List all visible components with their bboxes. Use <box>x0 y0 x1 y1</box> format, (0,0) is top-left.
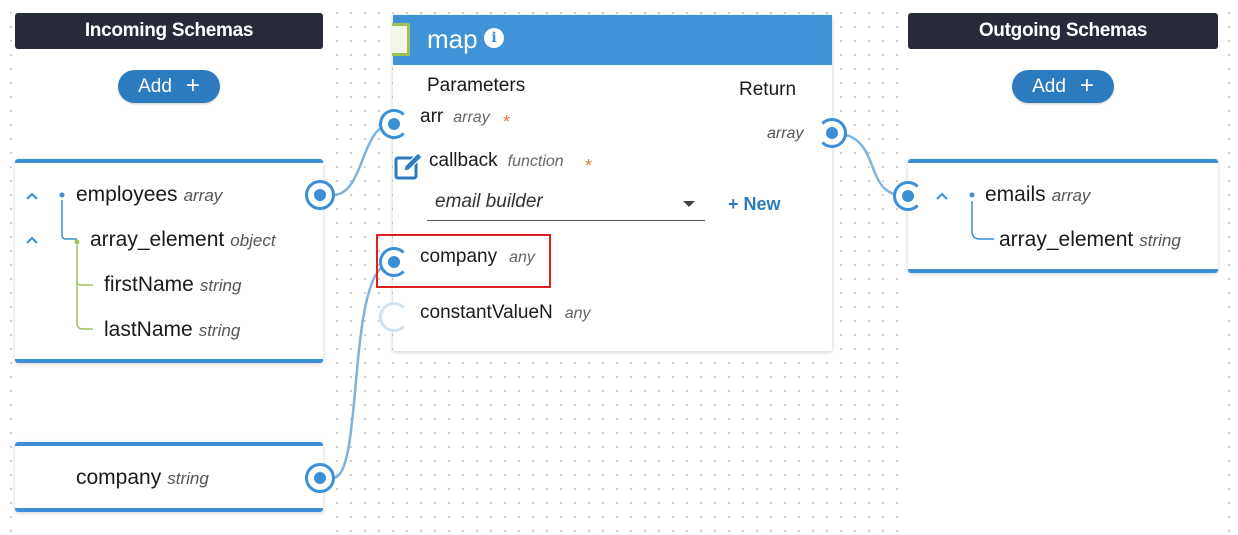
param-name: callback <box>429 150 498 171</box>
map-node-header[interactable]: map i <box>392 15 832 65</box>
constant-value-input-connector[interactable] <box>379 302 409 332</box>
param-name: constantValueN <box>420 302 553 323</box>
company-output-connector[interactable] <box>305 463 335 493</box>
arr-input-connector[interactable] <box>379 109 409 139</box>
param-arr: arr array <box>420 106 490 128</box>
employees-output-connector[interactable] <box>305 180 335 210</box>
field-name: firstName <box>104 273 194 296</box>
param-callback: callback function <box>429 150 564 172</box>
field-name: company <box>76 466 162 489</box>
emails-input-connector[interactable] <box>893 181 923 211</box>
company-schema-card: company string <box>15 442 323 512</box>
node-drag-handle[interactable] <box>392 23 410 56</box>
field-name: lastName <box>104 318 193 341</box>
field-type: array <box>1051 186 1091 205</box>
tree-lines <box>969 192 994 240</box>
param-type: any <box>564 305 591 322</box>
new-callback-button[interactable]: + New <box>728 194 781 215</box>
wire-company-to-company <box>332 260 394 480</box>
field-employees[interactable]: employees array <box>76 183 222 207</box>
return-output-connector[interactable] <box>817 118 847 148</box>
incoming-schemas-title: Incoming Schemas <box>84 20 254 41</box>
chevron-up-icon[interactable] <box>25 189 39 203</box>
required-marker: * <box>503 112 511 132</box>
add-label: Add <box>138 75 172 97</box>
incoming-schemas-header: Incoming Schemas <box>15 13 323 49</box>
map-node[interactable]: map i Parameters Return array arr array … <box>392 15 832 351</box>
info-icon[interactable]: i <box>484 28 504 48</box>
field-type: string <box>199 276 242 295</box>
chevron-up-icon[interactable] <box>935 189 949 203</box>
add-label: Add <box>1032 75 1066 97</box>
field-array-element[interactable]: array_element string <box>999 228 1181 252</box>
field-name: array_element <box>90 228 225 251</box>
field-lastname[interactable]: lastName string <box>104 318 240 342</box>
field-type: object <box>230 231 276 250</box>
return-label: Return <box>739 79 797 100</box>
param-type: array <box>453 109 490 126</box>
outgoing-schemas-header: Outgoing Schemas <box>908 13 1218 49</box>
field-type: string <box>167 469 209 488</box>
field-type: array <box>183 186 223 205</box>
field-type: string <box>1139 231 1181 250</box>
outgoing-add-button[interactable]: Add + <box>1012 70 1114 103</box>
chevron-up-icon[interactable] <box>25 233 39 247</box>
field-name: array_element <box>999 228 1134 251</box>
field-name: employees <box>76 183 178 206</box>
callback-select-value: email builder <box>435 191 543 212</box>
plus-icon: + <box>185 71 200 99</box>
edit-icon[interactable] <box>393 151 425 183</box>
employees-schema-card: employees array array_element object fir… <box>15 159 323 363</box>
field-firstname[interactable]: firstName string <box>104 273 241 297</box>
incoming-add-button[interactable]: Add + <box>118 70 220 103</box>
return-type: array <box>767 125 804 142</box>
field-array-element[interactable]: array_element object <box>90 228 276 252</box>
plus-icon: + <box>1079 71 1094 99</box>
field-type: string <box>198 321 241 340</box>
map-node-title: map <box>427 24 478 54</box>
highlight-box <box>376 234 551 288</box>
param-type: function <box>507 153 564 170</box>
field-name: emails <box>985 183 1046 206</box>
required-marker: * <box>585 156 593 176</box>
outgoing-schemas-title: Outgoing Schemas <box>978 20 1148 41</box>
param-constant-value: constantValueN any <box>420 302 591 324</box>
field-emails[interactable]: emails array <box>985 183 1090 207</box>
emails-schema-card: emails array array_element string <box>908 159 1218 273</box>
field-company[interactable]: company string <box>76 466 209 490</box>
callback-select[interactable]: email builder <box>427 187 705 221</box>
parameters-label: Parameters <box>427 75 526 96</box>
dropdown-arrow-icon <box>683 201 695 207</box>
param-name: arr <box>420 106 444 127</box>
